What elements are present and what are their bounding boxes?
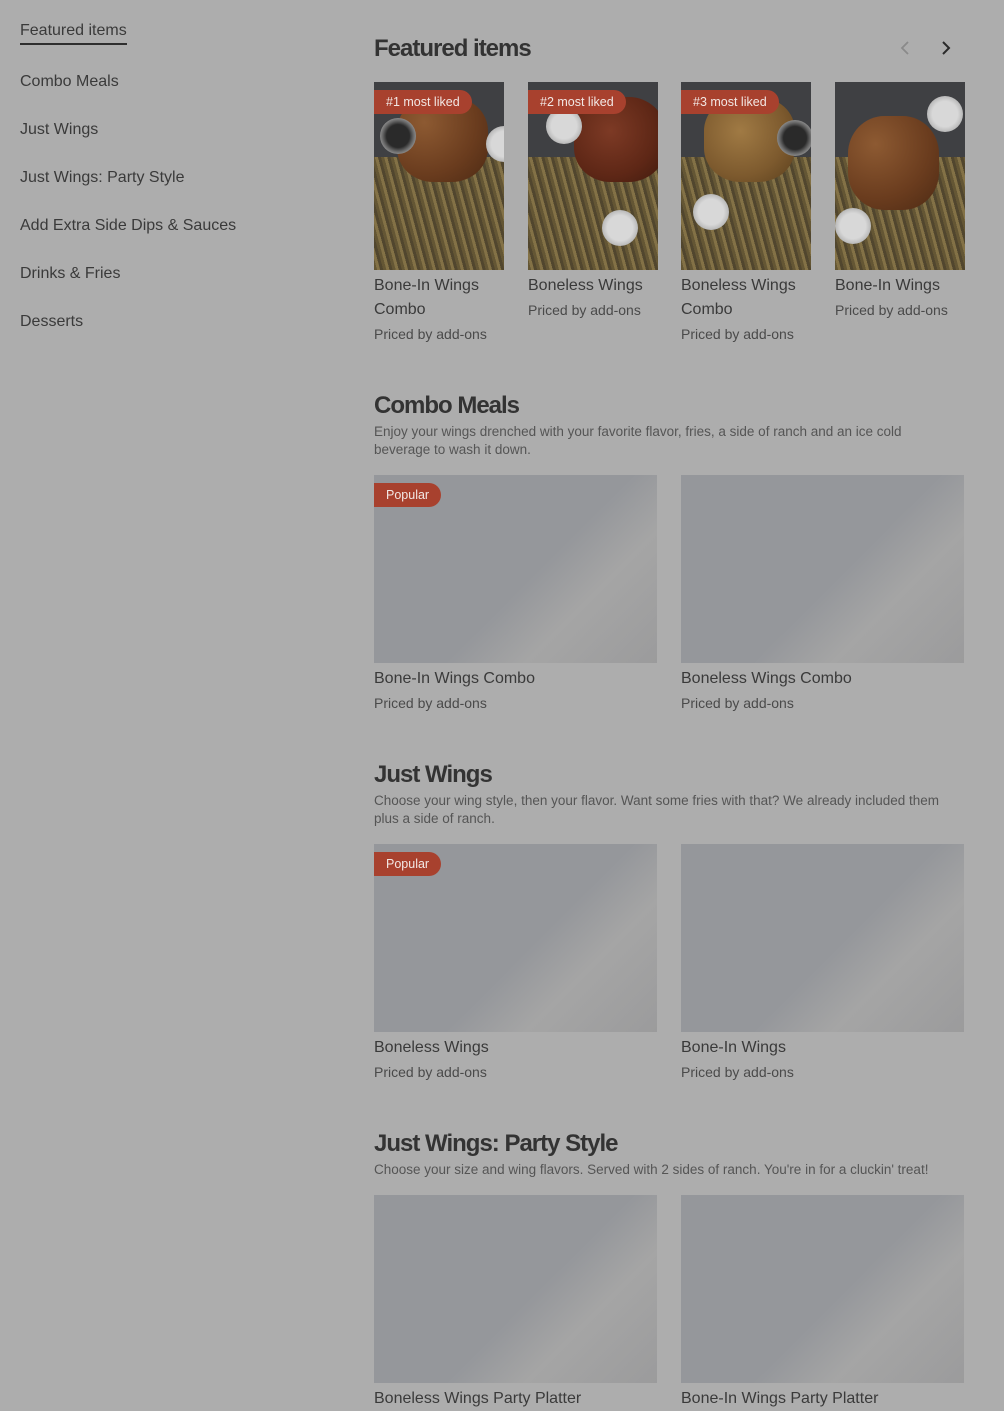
item-photo-placeholder xyxy=(681,1195,964,1383)
sidebar-item-party-style[interactable]: Just Wings: Party Style xyxy=(20,169,185,187)
item-name: Boneless Wings xyxy=(374,1039,489,1056)
popular-badge: Popular xyxy=(374,852,442,876)
party-section-description: Choose your size and wing flavors. Serve… xyxy=(374,1162,929,1177)
item-photo-placeholder: Popular xyxy=(374,475,657,663)
featured-card[interactable]: #3 most liked Boneless Wings Combo Price… xyxy=(681,82,811,346)
item-photo-placeholder xyxy=(681,475,964,663)
chevron-left-icon xyxy=(900,41,909,55)
popular-badge: Popular xyxy=(374,483,442,507)
just-wings-section-title: Just Wings xyxy=(374,761,493,788)
sidebar-item-combo-meals[interactable]: Combo Meals xyxy=(20,73,119,91)
sidebar-item-side-dips[interactable]: Add Extra Side Dips & Sauces xyxy=(20,217,236,235)
item-photo: #1 most liked xyxy=(374,82,504,270)
featured-card[interactable]: #1 most liked Bone-In Wings Combo Priced… xyxy=(374,82,504,346)
carousel-next-button[interactable] xyxy=(932,34,960,62)
most-liked-badge: #3 most liked xyxy=(681,90,779,114)
featured-card[interactable]: #2 most liked Boneless Wings Priced by a… xyxy=(528,82,658,322)
item-photo xyxy=(835,82,965,270)
item-price: Priced by add-ons xyxy=(528,302,641,318)
sidebar-item-desserts[interactable]: Desserts xyxy=(20,313,83,331)
sidebar-item-just-wings[interactable]: Just Wings xyxy=(20,121,98,139)
menu-item-card[interactable]: Bone-In Wings Party Platter xyxy=(681,1195,964,1411)
item-price: Priced by add-ons xyxy=(835,302,948,318)
item-photo-placeholder xyxy=(681,844,964,1032)
combo-section-title: Combo Meals xyxy=(374,392,520,419)
most-liked-badge: #1 most liked xyxy=(374,90,472,114)
item-price: Priced by add-ons xyxy=(681,695,794,711)
item-name: Boneless Wings Combo xyxy=(681,670,852,687)
carousel-prev-button[interactable] xyxy=(892,34,920,62)
sidebar-item-drinks-fries[interactable]: Drinks & Fries xyxy=(20,265,120,283)
item-name: Boneless Wings xyxy=(528,277,643,294)
item-name: Bone-In Wings xyxy=(681,1039,786,1056)
item-photo: #3 most liked xyxy=(681,82,811,270)
item-price: Priced by add-ons xyxy=(374,326,487,342)
chevron-right-icon xyxy=(942,41,951,55)
featured-section-title: Featured items xyxy=(374,35,532,62)
item-photo: #2 most liked xyxy=(528,82,658,270)
menu-item-card[interactable]: Popular Boneless Wings Priced by add-ons xyxy=(374,844,657,1084)
featured-card[interactable]: Bone-In Wings Priced by add-ons xyxy=(835,82,965,322)
item-name: Bone-In Wings Party Platter xyxy=(681,1390,879,1407)
item-name: Boneless Wings Party Platter xyxy=(374,1390,582,1407)
item-price: Priced by add-ons xyxy=(374,695,487,711)
most-liked-badge: #2 most liked xyxy=(528,90,626,114)
item-photo-placeholder xyxy=(374,1195,657,1383)
menu-item-card[interactable]: Bone-In Wings Priced by add-ons xyxy=(681,844,964,1084)
party-section-title: Just Wings: Party Style xyxy=(374,1130,619,1157)
item-price: Priced by add-ons xyxy=(374,1064,487,1080)
sidebar-item-featured-items[interactable]: Featured items xyxy=(20,22,127,45)
item-photo-placeholder: Popular xyxy=(374,844,657,1032)
just-wings-section-description: Choose your wing style, then your flavor… xyxy=(374,793,940,826)
item-price: Priced by add-ons xyxy=(681,326,794,342)
menu-item-card[interactable]: Popular Bone-In Wings Combo Priced by ad… xyxy=(374,475,657,715)
menu-item-card[interactable]: Boneless Wings Party Platter xyxy=(374,1195,657,1411)
menu-item-card[interactable]: Boneless Wings Combo Priced by add-ons xyxy=(681,475,964,715)
item-name: Boneless Wings Combo xyxy=(681,277,796,318)
combo-section-description: Enjoy your wings drenched with your favo… xyxy=(374,424,902,457)
item-price: Priced by add-ons xyxy=(681,1064,794,1080)
item-name: Bone-In Wings Combo xyxy=(374,277,479,318)
item-name: Bone-In Wings xyxy=(835,277,940,294)
item-name: Bone-In Wings Combo xyxy=(374,670,535,687)
